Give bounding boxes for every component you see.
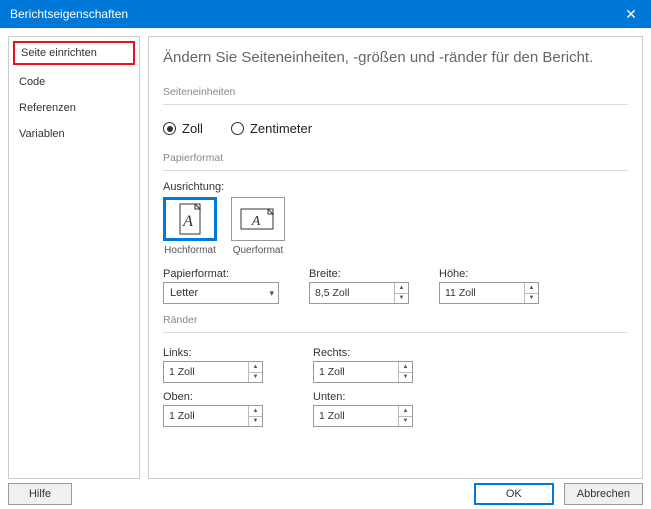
spinner-down-icon[interactable]: ▼ — [399, 373, 412, 383]
margin-right-spinner[interactable]: 1 Zoll ▲▼ — [313, 361, 413, 383]
footer: Hilfe OK Abbrechen — [0, 479, 651, 509]
spinner-down-icon[interactable]: ▼ — [395, 294, 408, 304]
page-heading: Ändern Sie Seiteneinheiten, -größen und … — [163, 49, 628, 66]
paper-size-value: Letter — [170, 287, 198, 299]
sidebar-item-label: Seite einrichten — [21, 47, 97, 59]
margin-left-value: 1 Zoll — [164, 362, 248, 382]
margin-right-value: 1 Zoll — [314, 362, 398, 382]
chevron-down-icon: ▾ — [269, 288, 274, 299]
paper-size-select[interactable]: Letter ▾ — [163, 282, 279, 304]
radio-inch-label: Zoll — [182, 121, 203, 136]
paper-size-label: Papierformat: — [163, 268, 279, 280]
orientation-landscape[interactable]: A — [231, 197, 285, 241]
help-button[interactable]: Hilfe — [8, 483, 72, 505]
margin-left-spinner[interactable]: 1 Zoll ▲▼ — [163, 361, 263, 383]
sidebar-item-references[interactable]: Referenzen — [9, 95, 139, 121]
close-icon: ✕ — [625, 6, 637, 23]
svg-text:A: A — [182, 213, 193, 230]
orientation-portrait[interactable]: A — [163, 197, 217, 241]
group-units-label: Seiteneinheiten — [163, 86, 628, 98]
radio-icon — [163, 122, 176, 135]
sidebar-item-label: Referenzen — [19, 102, 76, 114]
margin-bottom-spinner[interactable]: 1 Zoll ▲▼ — [313, 405, 413, 427]
window-title: Berichtseigenschaften — [10, 7, 128, 21]
margin-top-label: Oben: — [163, 391, 313, 403]
sidebar-item-page-setup[interactable]: Seite einrichten — [13, 41, 135, 65]
radio-cm[interactable]: Zentimeter — [231, 121, 312, 136]
sidebar-item-label: Variablen — [19, 128, 65, 140]
width-label: Breite: — [309, 268, 409, 280]
sidebar: Seite einrichten Code Referenzen Variabl… — [8, 36, 140, 479]
height-value: 11 Zoll — [440, 283, 524, 303]
spinner-up-icon[interactable]: ▲ — [525, 283, 538, 294]
spinner-down-icon[interactable]: ▼ — [399, 417, 412, 427]
landscape-caption: Querformat — [233, 245, 284, 256]
spinner-up-icon[interactable]: ▲ — [399, 406, 412, 417]
radio-inch[interactable]: Zoll — [163, 121, 203, 136]
margin-right-label: Rechts: — [313, 347, 463, 359]
orientation-label: Ausrichtung: — [163, 181, 628, 193]
spinner-down-icon[interactable]: ▼ — [249, 373, 262, 383]
portrait-caption: Hochformat — [164, 245, 216, 256]
ok-button[interactable]: OK — [474, 483, 554, 505]
radio-icon — [231, 122, 244, 135]
margin-top-value: 1 Zoll — [164, 406, 248, 426]
spinner-down-icon[interactable]: ▼ — [249, 417, 262, 427]
radio-cm-label: Zentimeter — [250, 121, 312, 136]
cancel-button[interactable]: Abbrechen — [564, 483, 643, 505]
margin-bottom-label: Unten: — [313, 391, 463, 403]
close-button[interactable]: ✕ — [611, 0, 651, 28]
width-spinner[interactable]: 8,5 Zoll ▲▼ — [309, 282, 409, 304]
spinner-up-icon[interactable]: ▲ — [395, 283, 408, 294]
width-value: 8,5 Zoll — [310, 283, 394, 303]
content-panel: Ändern Sie Seiteneinheiten, -größen und … — [148, 36, 643, 479]
spinner-up-icon[interactable]: ▲ — [249, 406, 262, 417]
height-spinner[interactable]: 11 Zoll ▲▼ — [439, 282, 539, 304]
cancel-button-label: Abbrechen — [577, 488, 630, 500]
group-paper-label: Papierformat — [163, 152, 628, 164]
ok-button-label: OK — [506, 488, 522, 500]
spinner-up-icon[interactable]: ▲ — [249, 362, 262, 373]
spinner-up-icon[interactable]: ▲ — [399, 362, 412, 373]
sidebar-item-code[interactable]: Code — [9, 69, 139, 95]
portrait-icon: A — [175, 202, 205, 236]
margin-bottom-value: 1 Zoll — [314, 406, 398, 426]
sidebar-item-variables[interactable]: Variablen — [9, 121, 139, 147]
svg-text:A: A — [251, 214, 261, 229]
titlebar: Berichtseigenschaften ✕ — [0, 0, 651, 28]
spinner-down-icon[interactable]: ▼ — [525, 294, 538, 304]
margin-left-label: Links: — [163, 347, 313, 359]
help-button-label: Hilfe — [29, 488, 51, 500]
sidebar-item-label: Code — [19, 76, 45, 88]
margin-top-spinner[interactable]: 1 Zoll ▲▼ — [163, 405, 263, 427]
height-label: Höhe: — [439, 268, 539, 280]
landscape-icon: A — [239, 205, 277, 233]
group-margins-label: Ränder — [163, 314, 628, 326]
